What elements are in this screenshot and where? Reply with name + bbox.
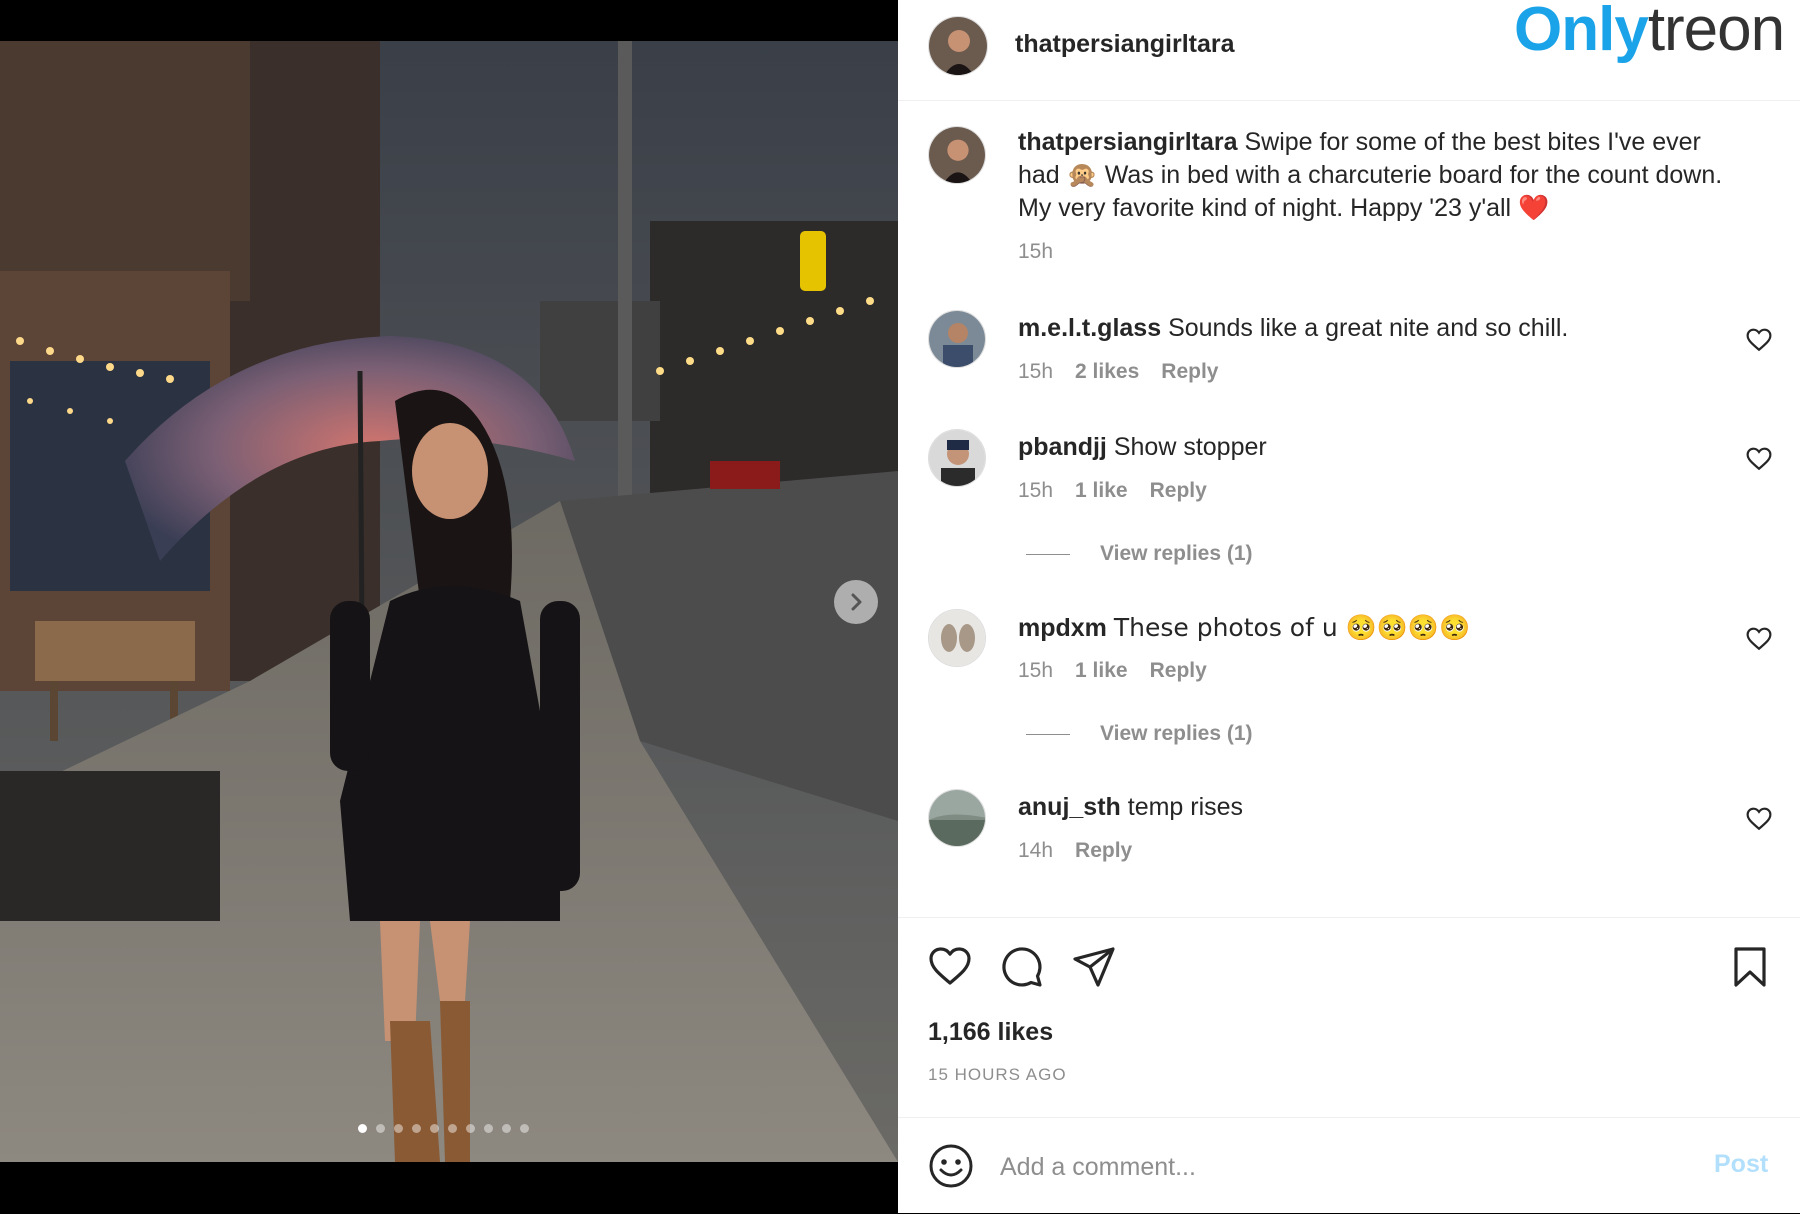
comment-username[interactable]: m.e.l.t.glass [1018,314,1161,342]
comment-time[interactable]: 15h [1018,360,1053,384]
comment-body: temp rises [1127,793,1244,821]
caption-avatar[interactable] [928,126,986,184]
caption-username[interactable]: thatpersiangirltara [1018,128,1238,156]
comment-time[interactable]: 14h [1018,839,1053,863]
commenter-avatar[interactable] [928,310,986,368]
likes-count[interactable]: 1,166 likes [928,1018,1053,1047]
street-scene-image [0,41,898,1162]
like-comment-heart-icon[interactable] [1746,447,1772,471]
commenter-avatar[interactable] [928,789,986,847]
comment-username[interactable]: pbandjj [1018,433,1107,461]
carousel-dot [520,1124,529,1133]
post-details-panel: thatpersiangirltara Onlytreon thatpersia… [898,0,1800,1213]
post-photo[interactable] [0,41,898,1162]
comment-meta: 14h Reply [1018,839,1132,863]
carousel-dot [466,1124,475,1133]
like-comment-heart-icon[interactable] [1746,328,1772,352]
bookmark-icon[interactable] [1728,945,1772,989]
replies-divider-line [1026,733,1070,735]
like-comment-heart-icon[interactable] [1746,807,1772,831]
carousel-dot [502,1124,511,1133]
reply-button[interactable]: Reply [1161,360,1218,384]
add-comment-bar: Post [898,1117,1800,1214]
carousel-dot [376,1124,385,1133]
comment-username[interactable]: mpdxm [1018,614,1107,642]
post-media [0,0,898,1213]
chevron-right-icon [851,593,862,611]
comment-icon[interactable] [1000,945,1044,989]
carousel-dot [448,1124,457,1133]
comment-likes[interactable]: 1 like [1075,479,1128,503]
comment-meta: 15h 2 likes Reply [1018,360,1218,384]
carousel-dot [430,1124,439,1133]
carousel-dot [394,1124,403,1133]
next-slide-button[interactable] [834,580,878,624]
view-replies-button[interactable]: View replies (1) [1026,722,1253,746]
carousel-dot [484,1124,493,1133]
view-replies-label: View replies (1) [1100,722,1253,745]
comment-likes[interactable]: 1 like [1075,659,1128,683]
post-comment-button[interactable]: Post [1714,1150,1768,1179]
reply-button[interactable]: Reply [1075,839,1132,863]
reply-button[interactable]: Reply [1150,479,1207,503]
author-avatar[interactable] [928,16,988,76]
comment-text: pbandjj Show stopper [1018,431,1738,464]
comment-text: mpdxm These photos of u 🥺🥺🥺🥺 [1018,611,1738,645]
commenter-avatar[interactable] [928,609,986,667]
caption-text: thatpersiangirltara Swipe for some of th… [1018,126,1738,225]
heart-icon[interactable] [928,945,972,989]
comment-text: m.e.l.t.glass Sounds like a great nite a… [1018,312,1738,345]
comment-body: These photos of u 🥺🥺🥺🥺 [1113,613,1471,642]
commenter-avatar[interactable] [928,429,986,487]
carousel-dot [358,1124,367,1133]
comment-body: Sounds like a great nite and so chill. [1168,314,1569,342]
post-timestamp[interactable]: 15 HOURS AGO [928,1065,1067,1085]
view-replies-label: View replies (1) [1100,542,1253,565]
reply-button[interactable]: Reply [1150,659,1207,683]
view-replies-button[interactable]: View replies (1) [1026,542,1253,566]
caption-time[interactable]: 15h [1018,240,1053,264]
author-username[interactable]: thatpersiangirltara [1015,30,1235,59]
watermark-part-1: Only [1514,0,1649,64]
comment-time[interactable]: 15h [1018,479,1053,503]
comment-meta: 15h 1 like Reply [1018,479,1207,503]
post-header: thatpersiangirltara Onlytreon [898,0,1800,101]
watermark-part-2: treon [1647,0,1785,64]
comment-text: anuj_sth temp rises [1018,791,1738,824]
caption-meta: 15h [1018,240,1053,264]
carousel-indicator [358,1124,529,1133]
watermark-logo: Onlytreon [1514,0,1785,65]
comment-body: Show stopper [1113,433,1267,461]
comment-meta: 15h 1 like Reply [1018,659,1207,683]
send-icon[interactable] [1072,945,1116,989]
comment-input[interactable] [998,1146,1602,1188]
carousel-dot [412,1124,421,1133]
comment-username[interactable]: anuj_sth [1018,793,1121,821]
comment-time[interactable]: 15h [1018,659,1053,683]
replies-divider-line [1026,553,1070,555]
comment-likes[interactable]: 2 likes [1075,360,1139,384]
post-actions: 1,166 likes 15 HOURS AGO [898,917,1800,1118]
smiley-icon[interactable] [928,1143,974,1189]
like-comment-heart-icon[interactable] [1746,627,1772,651]
